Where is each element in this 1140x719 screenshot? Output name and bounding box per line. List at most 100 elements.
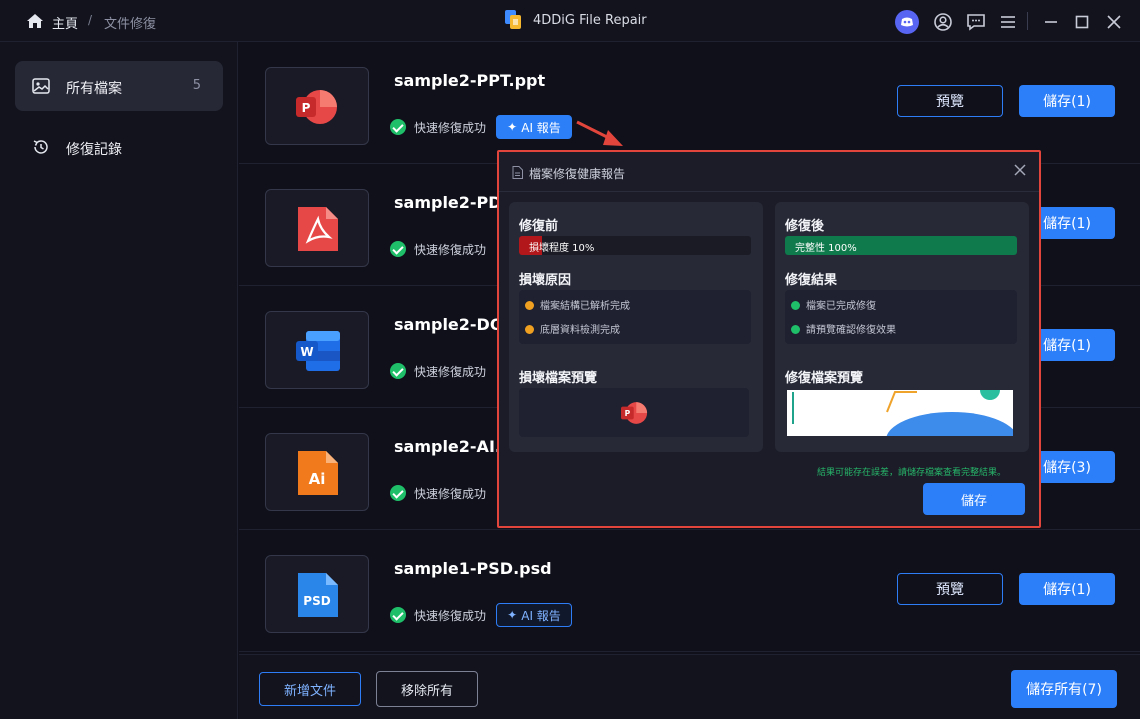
- success-check-icon: [390, 119, 406, 135]
- svg-text:PSD: PSD: [303, 594, 330, 608]
- svg-text:P: P: [625, 409, 631, 418]
- feedback-icon[interactable]: [965, 11, 987, 33]
- list-item: 檔案結構已解析完成: [525, 297, 630, 312]
- success-check-icon: [390, 485, 406, 501]
- app-title: 4DDiG File Repair: [533, 13, 647, 28]
- footer-bar: 新增文件 移除所有 儲存所有(7): [239, 654, 1140, 719]
- dialog-title: 檔案修復健康報告: [529, 167, 626, 181]
- result-list: 檔案已完成修復 請預覽確認修復效果: [785, 290, 1017, 344]
- breadcrumb-current: 文件修復: [104, 17, 157, 32]
- warning-icon: [525, 325, 534, 334]
- ppt-file-icon: P: [621, 402, 648, 424]
- success-check-icon: [390, 363, 406, 379]
- ai-report-button[interactable]: ✦ AI 報告: [496, 603, 572, 627]
- check-icon: [791, 301, 800, 310]
- status-text: 快速修復成功: [414, 121, 487, 135]
- damage-bar-label: 損壞程度 10%: [529, 243, 595, 254]
- close-icon[interactable]: [1103, 11, 1125, 33]
- title-bar: 主頁 / 文件修復 4DDiG File Repair: [0, 0, 1140, 42]
- ppt-file-icon: P: [296, 90, 337, 124]
- history-icon: [33, 140, 48, 154]
- sidebar-item-history[interactable]: 修復記錄: [15, 122, 223, 172]
- after-heading: 修復後: [785, 219, 825, 234]
- svg-text:P: P: [302, 101, 311, 115]
- file-thumbnail: Ai: [265, 433, 369, 511]
- home-link[interactable]: 主頁: [52, 13, 78, 32]
- status-text: 快速修復成功: [414, 243, 487, 257]
- add-file-button[interactable]: 新增文件: [259, 672, 361, 706]
- before-heading: 修復前: [519, 219, 559, 234]
- breadcrumb-separator: /: [88, 13, 93, 27]
- cause-list: 檔案結構已解析完成 底層資料檢測完成: [519, 290, 751, 344]
- integrity-bar-label: 完整性 100%: [795, 243, 857, 254]
- remove-all-button[interactable]: 移除所有: [376, 671, 478, 707]
- file-name: sample2-PDF: [394, 193, 513, 212]
- titlebar-divider: [1027, 12, 1028, 30]
- document-icon: [512, 166, 523, 179]
- sidebar-item-label: 修復記錄: [66, 142, 122, 158]
- status-text: 快速修復成功: [414, 609, 487, 623]
- preview-button[interactable]: 預覽: [897, 85, 1003, 117]
- psd-file-icon: PSD: [298, 573, 338, 617]
- ai-report-label: AI 報告: [521, 120, 561, 135]
- list-item: 檔案已完成修復: [791, 297, 876, 312]
- cause-heading: 損壞原因: [519, 273, 572, 288]
- sidebar: 所有檔案 5 修復記錄: [0, 42, 238, 719]
- success-check-icon: [390, 607, 406, 623]
- file-thumbnail: P: [265, 67, 369, 145]
- file-row: PSD sample1-PSD.psd 快速修復成功 ✦ AI 報告 預覽 儲存…: [239, 530, 1140, 652]
- maximize-icon[interactable]: [1071, 11, 1093, 33]
- file-row: P sample2-PPT.ppt 快速修復成功 ✦ AI 報告 預覽 儲存(1…: [239, 42, 1140, 164]
- file-count: 5: [192, 78, 201, 93]
- before-repair-panel: 修復前 損壞程度 10% 損壞原因 檔案結構已解析完成 底層資料檢測完成 損壞檔…: [509, 202, 763, 452]
- sparkle-icon: ✦: [507, 120, 518, 134]
- slide-thumbnail: [792, 390, 1013, 436]
- list-item: 請預覽確認修復效果: [791, 321, 896, 336]
- account-icon[interactable]: [932, 11, 954, 33]
- list-item: 底層資料檢測完成: [525, 321, 620, 336]
- damaged-file-preview: P: [519, 388, 749, 437]
- discord-icon[interactable]: [895, 10, 919, 34]
- close-icon[interactable]: [1013, 163, 1027, 177]
- svg-text:W: W: [300, 345, 313, 359]
- app-logo-icon: [505, 10, 521, 29]
- callout-arrow-icon: [576, 120, 623, 146]
- after-repair-panel: 修復後 完整性 100% 修復結果 檔案已完成修復 請預覽確認修復效果 修復檔案…: [775, 202, 1029, 452]
- ai-report-button[interactable]: ✦ AI 報告: [496, 115, 572, 139]
- sidebar-item-label: 所有檔案: [66, 81, 122, 97]
- sidebar-item-all-files[interactable]: 所有檔案 5: [15, 61, 223, 111]
- save-button[interactable]: 儲存(1): [1019, 85, 1115, 117]
- illustrator-file-icon: Ai: [298, 451, 338, 495]
- file-thumbnail: W: [265, 311, 369, 389]
- ai-report-label: AI 報告: [521, 608, 561, 623]
- save-all-button[interactable]: 儲存所有(7): [1011, 670, 1117, 708]
- home-icon[interactable]: [26, 13, 44, 29]
- success-check-icon: [390, 241, 406, 257]
- repaired-file-preview[interactable]: [787, 390, 1013, 436]
- status-text: 快速修復成功: [414, 487, 487, 501]
- word-file-icon: W: [296, 331, 340, 371]
- damage-bar: 損壞程度 10%: [519, 236, 751, 255]
- dialog-save-button[interactable]: 儲存: [923, 483, 1025, 515]
- repaired-preview-heading: 修復檔案預覽: [785, 371, 864, 386]
- dialog-header: 檔案修復健康報告: [499, 152, 1039, 192]
- result-heading: 修復結果: [785, 273, 838, 288]
- image-icon: [32, 78, 50, 94]
- sparkle-icon: ✦: [507, 608, 518, 622]
- file-name: sample1-PSD.psd: [394, 559, 552, 578]
- status-text: 快速修復成功: [414, 365, 487, 379]
- file-thumbnail: [265, 189, 369, 267]
- svg-text:Ai: Ai: [309, 470, 326, 488]
- file-thumbnail: PSD: [265, 555, 369, 633]
- preview-button[interactable]: 預覽: [897, 573, 1003, 605]
- integrity-bar: 完整性 100%: [785, 236, 1017, 255]
- save-button[interactable]: 儲存(1): [1019, 573, 1115, 605]
- minimize-icon[interactable]: [1040, 11, 1062, 33]
- file-name: sample2-PPT.ppt: [394, 71, 546, 90]
- warning-icon: [525, 301, 534, 310]
- damaged-preview-heading: 損壞檔案預覽: [519, 371, 598, 386]
- disclaimer-note: 結果可能存在誤差，請儲存檔案查看完整結果。: [817, 468, 1007, 478]
- health-report-dialog: 檔案修復健康報告 修復前 損壞程度 10% 損壞原因 檔案結構已解析完成 底層資…: [497, 150, 1041, 528]
- check-icon: [791, 325, 800, 334]
- menu-icon[interactable]: [997, 11, 1019, 33]
